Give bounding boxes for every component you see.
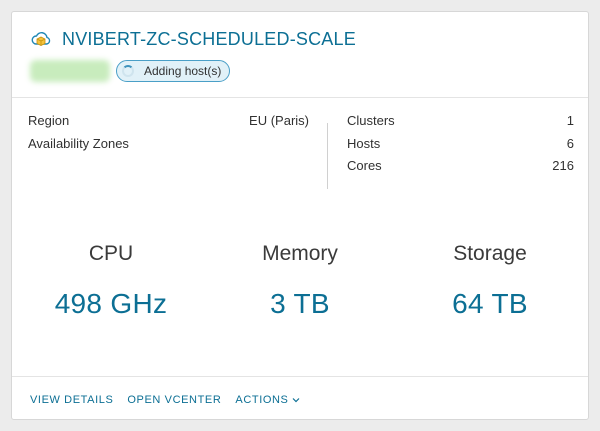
cores-value: 216 (552, 158, 574, 173)
metric-storage: Storage 64 TB (400, 240, 580, 320)
storage-value: 64 TB (452, 288, 528, 319)
hosts-label: Hosts (347, 135, 381, 151)
location-info: Region EU (Paris) Availability Zones (28, 113, 309, 158)
open-vcenter-link[interactable]: OPEN VCENTER (127, 394, 221, 406)
redacted-label (30, 60, 110, 82)
capacity-info: Clusters 1 Hosts 6 Cores 216 (347, 113, 574, 181)
metric-cpu: CPU 498 GHz (21, 240, 201, 320)
availability-zones-label: Availability Zones (28, 135, 129, 151)
clusters-label: Clusters (347, 113, 395, 128)
cpu-label: CPU (88, 242, 134, 265)
actions-dropdown[interactable]: ACTIONS (235, 394, 299, 406)
metric-memory: Memory 3 TB (210, 240, 390, 320)
memory-label: Memory (262, 242, 338, 265)
header-divider (12, 97, 588, 98)
clusters-value: 1 (566, 113, 574, 128)
cpu-value: 498 GHz (54, 288, 168, 319)
view-details-link[interactable]: VIEW DETAILS (30, 394, 113, 406)
storage-label: Storage (453, 242, 527, 265)
info-row-region: Region EU (Paris) (28, 113, 309, 136)
info-divider (327, 123, 328, 189)
card-footer: VIEW DETAILS OPEN VCENTER ACTIONS (30, 394, 314, 406)
info-row-hosts: Hosts 6 (347, 136, 574, 159)
region-label: Region (28, 113, 70, 128)
region-value: EU (Paris) (249, 113, 309, 128)
cores-label: Cores (347, 158, 382, 173)
memory-value: 3 TB (270, 288, 330, 319)
cloud-icon (30, 28, 52, 50)
info-row-clusters: Clusters 1 (347, 113, 574, 136)
info-row-availability-zones: Availability Zones (28, 136, 309, 159)
card-title[interactable]: NVIBERT-ZC-SCHEDULED-SCALE (62, 29, 356, 50)
status-badge-text: Adding host(s) (144, 64, 222, 78)
sddc-card: NVIBERT-ZC-SCHEDULED-SCALE Adding host(s… (11, 11, 589, 420)
hosts-value: 6 (566, 135, 574, 151)
chevron-down-icon (292, 398, 299, 403)
footer-divider (12, 376, 588, 377)
card-header: NVIBERT-ZC-SCHEDULED-SCALE (30, 28, 356, 50)
status-badge: Adding host(s) (116, 60, 231, 82)
spinner-icon (122, 65, 134, 77)
info-row-cores: Cores 216 (347, 158, 574, 181)
actions-label: ACTIONS (235, 394, 289, 406)
status-row: Adding host(s) (30, 60, 231, 82)
